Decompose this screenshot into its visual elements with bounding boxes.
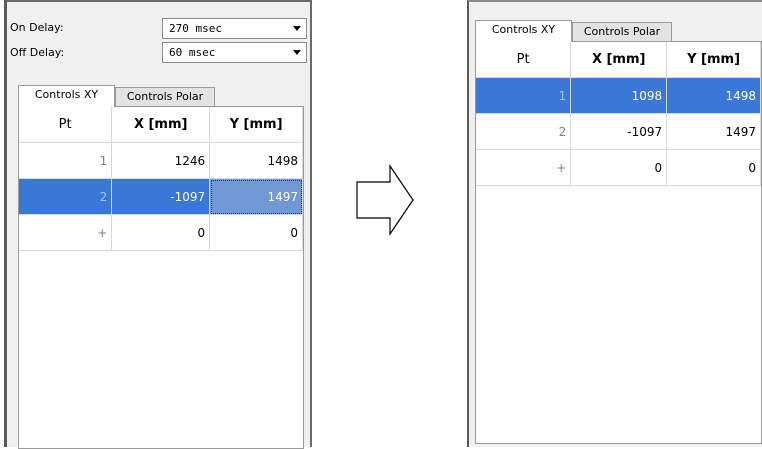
cell-x[interactable]: 0 xyxy=(570,149,668,186)
cell-pt[interactable]: + xyxy=(19,214,113,251)
chevron-down-icon[interactable] xyxy=(293,26,301,31)
cell-y[interactable]: 0 xyxy=(666,149,761,186)
column-header-pt[interactable]: Pt xyxy=(19,107,113,143)
on-delay-dropdown[interactable]: 270 msec xyxy=(162,18,307,39)
cell-x[interactable]: -1097 xyxy=(111,178,211,215)
column-header-x[interactable]: X [mm] xyxy=(111,107,211,143)
table-row-new[interactable]: + 0 0 xyxy=(476,149,761,186)
cell-x[interactable]: 1098 xyxy=(570,77,668,114)
off-delay-label: Off Delay: xyxy=(10,46,65,59)
chevron-down-icon[interactable] xyxy=(293,50,301,55)
points-table: Pt X [mm] Y [mm] 1 1098 1498 2 -1097 149… xyxy=(476,42,761,186)
left-panel: On Delay: 270 msec Off Delay: 60 msec Co… xyxy=(4,0,312,449)
table-header-row: Pt X [mm] Y [mm] xyxy=(19,107,303,143)
cell-y[interactable]: 1498 xyxy=(666,77,761,114)
table-row-new[interactable]: + 0 0 xyxy=(19,214,303,251)
cell-pt[interactable]: 2 xyxy=(19,178,113,215)
column-header-y[interactable]: Y [mm] xyxy=(209,107,303,143)
cell-y[interactable]: 0 xyxy=(209,214,303,251)
tab-controls-xy[interactable]: Controls XY xyxy=(475,20,572,42)
table-row[interactable]: 2 -1097 1497 xyxy=(476,113,761,150)
cell-pt[interactable]: 1 xyxy=(476,77,572,114)
right-arrow-outline-icon xyxy=(356,164,414,236)
tab-bar: Controls XY Controls Polar xyxy=(475,20,695,42)
table-header-row: Pt X [mm] Y [mm] xyxy=(476,42,761,78)
cell-x[interactable]: 1246 xyxy=(111,142,211,179)
cell-y[interactable]: 1497 xyxy=(666,113,761,150)
points-grid: Pt X [mm] Y [mm] 1 1098 1498 2 -1097 149… xyxy=(475,41,762,444)
column-header-x[interactable]: X [mm] xyxy=(570,42,668,78)
cell-y-focused[interactable]: 1497 xyxy=(209,178,303,215)
tab-controls-xy[interactable]: Controls XY xyxy=(18,85,115,107)
right-panel: Controls XY Controls Polar Pt X [mm] Y [… xyxy=(467,0,762,447)
column-header-pt[interactable]: Pt xyxy=(476,42,572,78)
table-row-selected[interactable]: 1 1098 1498 xyxy=(476,77,761,114)
cell-pt[interactable]: + xyxy=(476,149,572,186)
on-delay-label: On Delay: xyxy=(10,21,64,34)
cell-x[interactable]: 0 xyxy=(111,214,211,251)
points-table: Pt X [mm] Y [mm] 1 1246 1498 2 -1097 149… xyxy=(19,107,303,251)
tab-controls-polar[interactable]: Controls Polar xyxy=(572,22,672,41)
points-grid: Pt X [mm] Y [mm] 1 1246 1498 2 -1097 149… xyxy=(18,106,304,449)
cell-y[interactable]: 1498 xyxy=(209,142,303,179)
table-row-selected[interactable]: 2 -1097 1497 xyxy=(19,178,303,215)
column-header-y[interactable]: Y [mm] xyxy=(666,42,761,78)
cell-pt[interactable]: 1 xyxy=(19,142,113,179)
tab-bar: Controls XY Controls Polar xyxy=(18,85,238,107)
on-delay-value: 270 msec xyxy=(169,22,222,35)
cell-pt[interactable]: 2 xyxy=(476,113,572,150)
off-delay-value: 60 msec xyxy=(169,46,216,59)
off-delay-dropdown[interactable]: 60 msec xyxy=(162,42,307,63)
table-row[interactable]: 1 1246 1498 xyxy=(19,142,303,179)
tab-controls-polar[interactable]: Controls Polar xyxy=(115,87,215,106)
cell-x[interactable]: -1097 xyxy=(570,113,668,150)
